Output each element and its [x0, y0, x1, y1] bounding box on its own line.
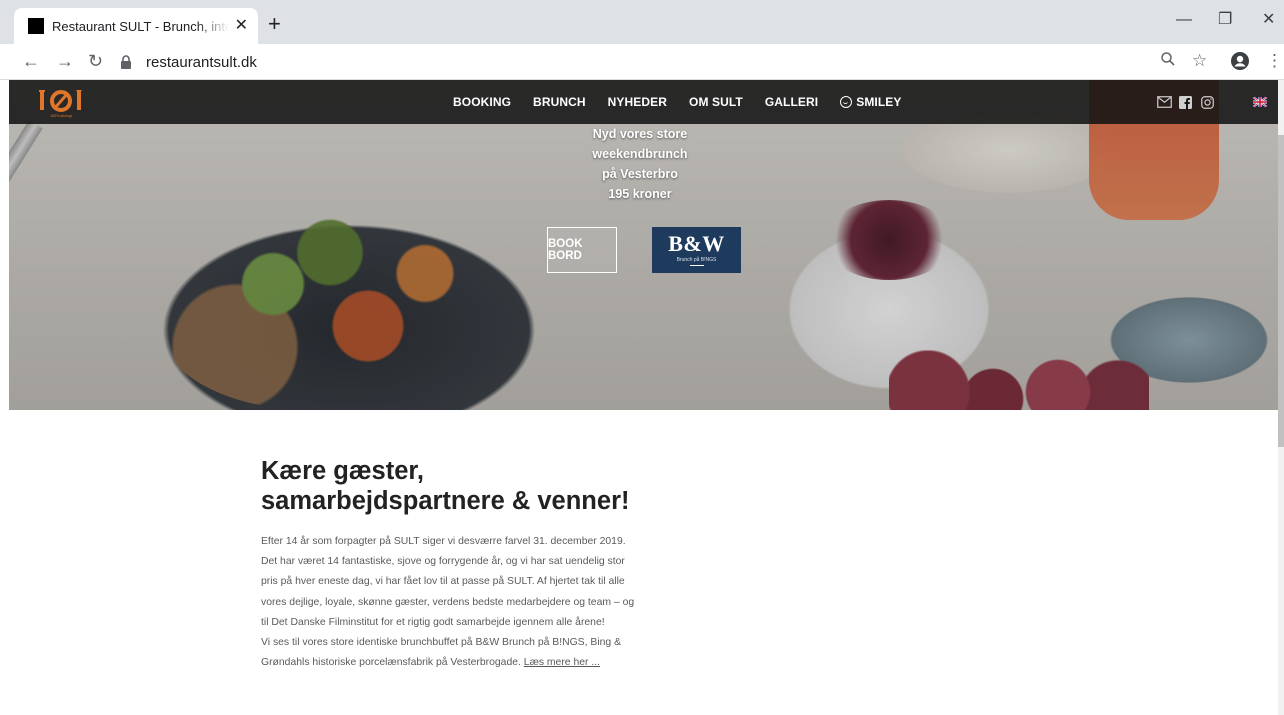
- lock-icon: [116, 52, 136, 72]
- site-navbar: 100% økologi BOOKING BRUNCH NYHEDER OM S…: [9, 80, 1278, 124]
- nav-nyheder[interactable]: NYHEDER: [608, 95, 667, 109]
- scrollbar-thumb[interactable]: [1278, 135, 1284, 447]
- read-more-link[interactable]: Læs mere her ...: [524, 657, 600, 668]
- logo-tagline: 100% økologi: [50, 114, 72, 118]
- book-table-button[interactable]: BOOK BORD: [547, 227, 617, 273]
- address-bar[interactable]: restaurantsult.dk: [116, 48, 1146, 76]
- browser-tabstrip: Restaurant SULT - Brunch, internationale…: [0, 0, 1284, 44]
- minimize-icon[interactable]: —: [1176, 10, 1192, 30]
- new-tab-button[interactable]: +: [268, 12, 281, 36]
- bookmark-star-icon[interactable]: ☆: [1192, 51, 1207, 71]
- nav-smiley-label: SMILEY: [856, 95, 902, 109]
- main-content: Kære gæster, samarbejdspartnere & venner…: [261, 456, 641, 673]
- page-heading: Kære gæster, samarbejdspartnere & venner…: [261, 456, 641, 516]
- nav-booking[interactable]: BOOKING: [453, 95, 511, 109]
- zoom-icon[interactable]: [1160, 51, 1176, 72]
- hero-line: weekendbrunch: [592, 147, 688, 161]
- facebook-icon[interactable]: [1179, 93, 1192, 111]
- bw-subtitle: Brunch på B!NGS: [676, 257, 717, 263]
- back-icon[interactable]: ←: [22, 50, 40, 72]
- close-window-icon[interactable]: ✕: [1262, 10, 1275, 30]
- heading-line: samarbejdspartnere & venner!: [261, 487, 630, 515]
- body-text: Efter 14 år som forpagter på SULT siger …: [261, 532, 641, 673]
- instagram-icon[interactable]: [1201, 93, 1214, 111]
- tab-close-icon[interactable]: ✕: [235, 18, 248, 34]
- browser-tab[interactable]: Restaurant SULT - Brunch, internationale…: [14, 8, 258, 44]
- smiley-icon: [840, 96, 853, 108]
- restore-icon[interactable]: ❐: [1218, 10, 1232, 30]
- mail-icon[interactable]: [1157, 93, 1172, 111]
- reload-icon[interactable]: ↻: [88, 50, 103, 72]
- paragraph: Vi ses til vores store identiske brunchb…: [261, 633, 641, 673]
- hero-line: 195 kroner: [608, 187, 672, 201]
- browser-menu-icon[interactable]: ⋮: [1266, 51, 1283, 71]
- nav-galleri[interactable]: GALLERI: [765, 95, 818, 109]
- forward-icon[interactable]: →: [56, 50, 74, 72]
- bw-divider: [689, 265, 704, 266]
- uk-flag-icon[interactable]: [1253, 97, 1267, 107]
- nav-om-sult[interactable]: OM SULT: [689, 95, 743, 109]
- profile-icon[interactable]: [1230, 51, 1250, 76]
- bw-logo: B&W: [668, 231, 725, 256]
- tab-title: Restaurant SULT - Brunch, internationale: [52, 18, 229, 34]
- nav-brunch[interactable]: BRUNCH: [533, 95, 586, 109]
- paragraph: Efter 14 år som forpagter på SULT siger …: [261, 536, 635, 628]
- hero-line: på Vesterbro: [602, 167, 678, 181]
- hero-line: Nyd vores store: [592, 127, 688, 141]
- url-text: restaurantsult.dk: [146, 53, 257, 71]
- heading-line: Kære gæster,: [261, 457, 424, 485]
- hero-tagline: Nyd vores store weekendbrunch på Vesterb…: [570, 124, 710, 204]
- browser-toolbar: ← → ↻ restaurantsult.dk ☆ ⋮: [0, 44, 1284, 80]
- web-page: 100% økologi BOOKING BRUNCH NYHEDER OM S…: [0, 80, 1284, 715]
- main-menu: BOOKING BRUNCH NYHEDER OM SULT GALLERI S…: [453, 80, 924, 124]
- sult-logo-icon[interactable]: 100% økologi: [37, 87, 85, 119]
- site-favicon-icon: [28, 18, 44, 34]
- bw-brunch-button[interactable]: B&W Brunch på B!NGS: [652, 227, 741, 273]
- nav-smiley[interactable]: SMILEY: [840, 95, 901, 109]
